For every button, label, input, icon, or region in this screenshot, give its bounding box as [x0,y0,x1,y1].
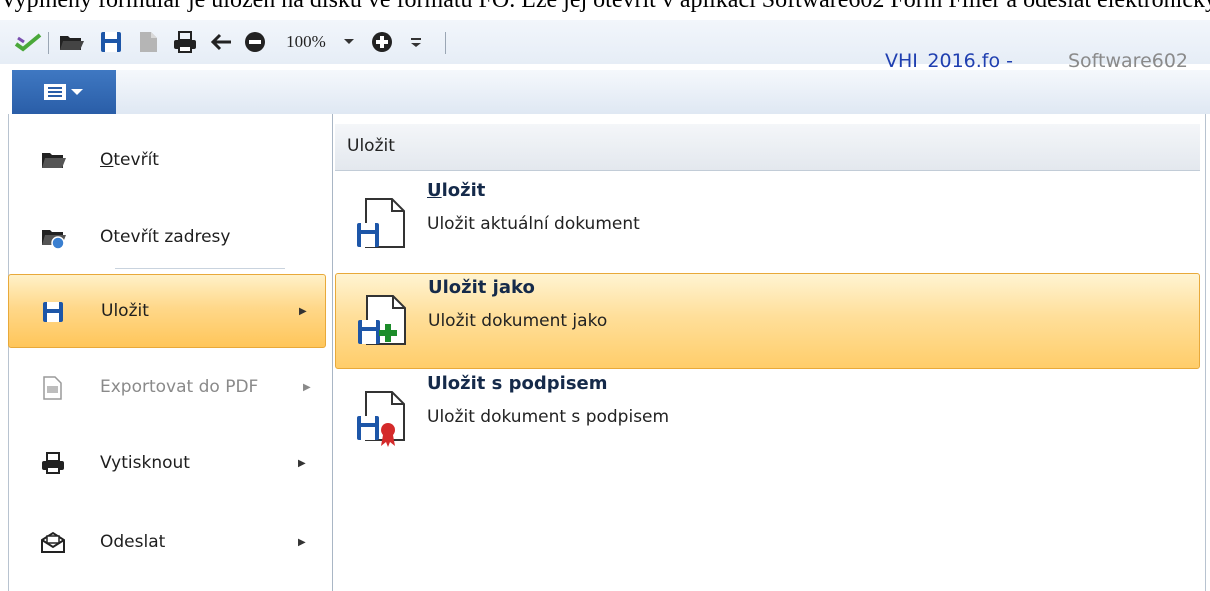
menu-icon [44,84,83,100]
open-folder-icon[interactable] [56,30,88,54]
envelope-icon [41,531,65,555]
menu-item-open-address[interactable]: Otevřít zadresy [8,200,326,274]
zoom-value: 100% [286,32,326,51]
menu-item-label: Otevřít [100,150,159,170]
submenu-item-save-signed[interactable]: Uložit s podpisem Uložit dokument s podp… [335,370,1200,466]
submenu-item-description: Uložit aktuální dokument [427,214,640,234]
submenu-header-label: Uložit [347,136,395,156]
menu-item-label: Vytisknout [100,453,190,473]
submenu-arrow-icon: ▶ [303,381,311,393]
menu-item-print[interactable]: Vytisknout ▶ [8,426,326,500]
undo-icon[interactable] [207,30,237,54]
save-signed-icon [352,390,408,450]
menu-item-export-pdf[interactable]: Exportovat do PDF ▶ [8,350,326,424]
menu-item-label: Otevřít zadresy [100,227,231,247]
checkmark-icon[interactable] [12,30,44,54]
submenu-arrow-icon: ▶ [298,536,306,548]
zoom-level[interactable]: 100% [274,30,338,54]
printer-icon [41,452,65,476]
file-menu-button[interactable] [12,70,116,114]
pdf-export-icon[interactable] [133,30,163,54]
document-text: Vyplněný formulář je uložen na disku ve … [0,0,1210,13]
submenu-item-title: Uložit s podpisem [427,373,608,394]
submenu-item-description: Uložit dokument jako [428,311,608,331]
window-app-name: Software602 [1068,50,1189,72]
folder-open-icon [41,149,66,173]
submenu-item-title: Uložit jako [428,277,535,298]
save-as-icon [353,294,409,354]
zoom-in-icon[interactable] [368,30,396,54]
submenu-item-save-as[interactable]: Uložit jako Uložit dokument jako [335,273,1200,369]
window-file-name: VHI_2016.fo - [885,50,1013,72]
folder-web-icon [41,226,66,250]
menu-item-label: Uložit [101,301,149,321]
menu-item-label: Exportovat do PDF [100,377,259,397]
save-icon[interactable] [96,30,126,54]
menu-item-open[interactable]: Otevřít [8,123,326,197]
menu-item-send[interactable]: Odeslat ▶ [8,505,326,579]
zoom-out-icon[interactable] [241,30,269,54]
quick-access-toolbar: 100% VHI_2016.fo - Software602 [0,20,1210,72]
submenu-arrow-icon: ▶ [299,305,307,317]
submenu-item-description: Uložit dokument s podpisem [427,407,670,427]
submenu-arrow-icon: ▶ [298,457,306,469]
zoom-dropdown-icon[interactable] [338,30,360,54]
submenu-item-save[interactable]: Uložit Uložit aktuální dokument [335,177,1200,273]
menu-item-save[interactable]: Uložit ▶ [8,274,326,348]
ribbon-bar [116,70,1210,114]
save-document-icon [352,197,408,257]
submenu-item-title: Uložit [427,180,486,201]
menu-item-label: Odeslat [100,532,166,552]
floppy-icon [42,301,66,325]
customize-toolbar-icon[interactable] [404,30,428,54]
printer-icon[interactable] [170,30,200,54]
pdf-export-icon [41,376,65,400]
submenu-header: Uložit [335,124,1200,171]
